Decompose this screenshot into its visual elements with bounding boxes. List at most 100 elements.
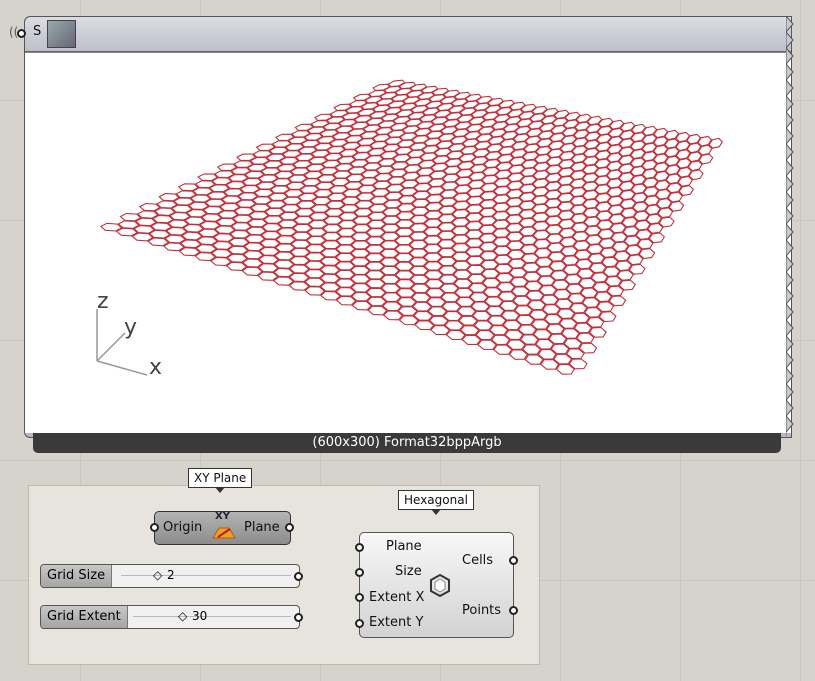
hex-cell — [430, 116, 449, 125]
hex-cell — [398, 81, 417, 90]
hex-cell — [416, 121, 435, 130]
hex-cell — [425, 100, 443, 109]
hex-cell — [433, 109, 452, 118]
hex-cell — [506, 108, 524, 118]
hex-cell — [364, 253, 385, 263]
hex-cell — [368, 89, 387, 98]
axis-z-label: z — [97, 289, 109, 314]
hex-cell — [470, 109, 488, 119]
hex-cell — [350, 240, 371, 250]
hex-cell — [564, 111, 581, 122]
viewer-input-label: S — [33, 24, 42, 39]
hex-cell — [648, 232, 666, 244]
axis-x-label: x — [149, 355, 163, 380]
xy-plane-output-port[interactable] — [285, 523, 294, 532]
hexagonal-size-port[interactable] — [355, 568, 364, 577]
hex-cell — [394, 261, 415, 271]
hex-cell — [420, 85, 439, 94]
hexagonal-plane-port[interactable] — [355, 543, 364, 552]
hex-cell — [379, 265, 400, 276]
viewer-footer: (600x300) Format32bppArgb — [33, 433, 781, 453]
viewer-input-port[interactable] — [17, 29, 26, 38]
hexagonal-cells-port[interactable] — [509, 556, 518, 565]
hex-cell — [375, 98, 395, 106]
xy-plane-component[interactable]: Origin XY Plane — [150, 511, 294, 545]
hex-cell — [459, 107, 477, 116]
hex-cell — [395, 109, 414, 118]
hex-cell — [442, 89, 461, 98]
hex-cell — [408, 257, 429, 267]
hex-cell — [553, 109, 570, 119]
hex-cell — [575, 113, 592, 124]
xy-plane-output-label: Plane — [244, 520, 280, 535]
hex-cell — [391, 94, 410, 102]
hex-cell — [394, 87, 413, 96]
grid-size-output-port[interactable] — [294, 572, 303, 581]
hex-cell — [334, 261, 356, 271]
hex-cell — [383, 85, 402, 94]
hex-cell — [380, 113, 400, 122]
hexagonal-component[interactable]: Plane Size Extent X Extent Y Cells Point… — [355, 532, 518, 638]
hex-cell — [379, 248, 400, 258]
hex-cell — [586, 115, 603, 126]
hexagonal-points-port[interactable] — [509, 606, 518, 615]
hex-cell — [305, 244, 326, 253]
hex-cell — [495, 106, 513, 116]
grid-extent-track[interactable] — [133, 616, 291, 617]
xy-plane-origin-label: Origin — [163, 520, 203, 535]
hex-cell — [596, 125, 613, 136]
hex-cell — [450, 98, 469, 107]
hex-cell — [456, 114, 475, 123]
grid-extent-grip-icon[interactable]: ◇ — [178, 609, 187, 623]
hex-cell — [520, 103, 537, 113]
hex-cell — [394, 252, 414, 263]
hex-cell — [516, 118, 533, 128]
hex-cell — [349, 99, 368, 108]
hex-cell — [468, 116, 486, 126]
hex-cell — [365, 244, 385, 254]
xy-plane-origin-port[interactable] — [150, 523, 159, 532]
grid-size-grip-icon[interactable]: ◇ — [153, 568, 162, 582]
grid-size-slider[interactable]: Grid Size ◇ 2 — [40, 564, 303, 588]
hex-cell — [491, 121, 509, 130]
hex-cell — [417, 92, 435, 100]
hexagonal-extent-x-port[interactable] — [355, 593, 364, 602]
viewer-canvas: z y x — [25, 52, 791, 433]
hex-cell — [518, 111, 535, 120]
hexagonal-input-extent-y: Extent Y — [369, 615, 424, 630]
hex-cell — [379, 91, 398, 100]
hex-cell — [465, 123, 484, 133]
hex-cell — [529, 113, 547, 123]
hex-cell — [531, 105, 548, 115]
hex-cell — [387, 100, 406, 109]
hex-cell — [597, 117, 614, 128]
hex-cell — [372, 83, 391, 91]
hex-cell — [453, 91, 472, 100]
hex-cell — [350, 248, 371, 258]
hex-cell — [658, 216, 675, 228]
hex-cells — [100, 79, 723, 375]
hexagon-icon — [430, 573, 450, 598]
hexagonal-extent-y-port[interactable] — [355, 619, 364, 628]
hex-cell — [509, 101, 526, 111]
grid-extent-value: 30 — [192, 609, 208, 623]
hex-cell — [540, 115, 558, 125]
hexagonal-output-cells: Cells — [462, 553, 494, 568]
image-viewer-component[interactable]: (( S z y x (600x300) Format32bppArgb — [9, 16, 792, 453]
hex-cell — [387, 79, 406, 88]
hex-cell — [451, 251, 471, 262]
hex-cell — [320, 248, 341, 258]
hex-cell — [498, 99, 516, 109]
grid-size-track[interactable] — [121, 575, 291, 576]
hex-cell — [514, 125, 532, 135]
axis-y-label: y — [124, 315, 138, 340]
hex-cell — [476, 95, 494, 105]
viewer-header[interactable]: (( S — [9, 17, 791, 52]
hex-cell — [428, 94, 446, 103]
hex-cell — [350, 257, 371, 267]
hex-cell — [410, 105, 429, 114]
hex-cell — [638, 248, 656, 259]
grid-extent-output-port[interactable] — [294, 613, 303, 622]
grid-extent-slider[interactable]: Grid Extent ◇ 30 — [40, 605, 303, 629]
hex-cell — [399, 102, 417, 111]
